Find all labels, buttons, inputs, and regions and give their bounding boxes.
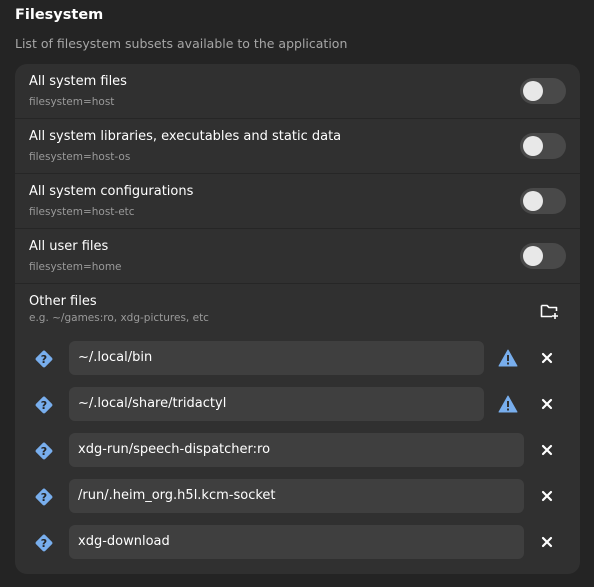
folder-new-icon[interactable] <box>540 302 560 320</box>
other-file-entry: ? /run/.heim_org.h5l.kcm-socket <box>15 479 580 515</box>
switch-knob <box>523 246 543 266</box>
section-title: Filesystem <box>15 7 104 23</box>
switch-knob <box>523 191 543 211</box>
toggle-subtitle: filesystem=host-etc <box>29 206 135 218</box>
question-icon: ? <box>35 442 53 460</box>
toggle-title: All system libraries, executables and st… <box>29 129 342 144</box>
host-switch[interactable] <box>520 78 566 104</box>
question-icon: ? <box>35 396 53 414</box>
other-files-hint: e.g. ~/games:ro, xdg-pictures, etc <box>29 312 209 324</box>
question-icon: ? <box>35 488 53 506</box>
toggle-row-host-os: All system libraries, executables and st… <box>15 119 580 174</box>
other-file-entry: ? xdg-download <box>15 525 580 561</box>
other-files-section: Other files e.g. ~/games:ro, xdg-picture… <box>15 284 580 574</box>
svg-text:?: ? <box>41 537 47 550</box>
svg-text:?: ? <box>41 399 47 412</box>
filesystem-card: All system files filesystem=host All sys… <box>15 64 580 574</box>
remove-icon[interactable] <box>538 349 556 367</box>
svg-text:?: ? <box>41 491 47 504</box>
filesystem-page: Filesystem List of filesystem subsets av… <box>0 0 594 587</box>
remove-icon[interactable] <box>538 487 556 505</box>
switch-knob <box>523 81 543 101</box>
path-field[interactable]: xdg-download <box>69 525 524 559</box>
svg-text:?: ? <box>41 445 47 458</box>
remove-icon[interactable] <box>538 441 556 459</box>
host-os-switch[interactable] <box>520 133 566 159</box>
warning-icon <box>498 395 518 413</box>
toggle-subtitle: filesystem=host-os <box>29 151 131 163</box>
toggle-subtitle: filesystem=host <box>29 96 115 108</box>
toggle-row-host-etc: All system configurations filesystem=hos… <box>15 174 580 229</box>
toggle-title: All system configurations <box>29 184 194 199</box>
other-file-entry: ? ~/.local/bin <box>15 341 580 377</box>
remove-icon[interactable] <box>538 533 556 551</box>
host-etc-switch[interactable] <box>520 188 566 214</box>
svg-text:?: ? <box>41 353 47 366</box>
other-file-entry: ? xdg-run/speech-dispatcher:ro <box>15 433 580 469</box>
toggle-row-host: All system files filesystem=host <box>15 64 580 119</box>
switch-knob <box>523 136 543 156</box>
path-field[interactable]: ~/.local/bin <box>69 341 484 375</box>
path-field[interactable]: /run/.heim_org.h5l.kcm-socket <box>69 479 524 513</box>
other-files-title: Other files <box>29 294 97 309</box>
path-field[interactable]: xdg-run/speech-dispatcher:ro <box>69 433 524 467</box>
section-description: List of filesystem subsets available to … <box>15 36 348 51</box>
toggle-title: All system files <box>29 74 127 89</box>
remove-icon[interactable] <box>538 395 556 413</box>
toggle-title: All user files <box>29 239 109 254</box>
question-icon: ? <box>35 350 53 368</box>
path-field[interactable]: ~/.local/share/tridactyl <box>69 387 484 421</box>
toggle-row-home: All user files filesystem=home <box>15 229 580 284</box>
question-icon: ? <box>35 534 53 552</box>
home-switch[interactable] <box>520 243 566 269</box>
other-file-entry: ? ~/.local/share/tridactyl <box>15 387 580 423</box>
toggle-subtitle: filesystem=home <box>29 261 122 273</box>
warning-icon <box>498 349 518 367</box>
